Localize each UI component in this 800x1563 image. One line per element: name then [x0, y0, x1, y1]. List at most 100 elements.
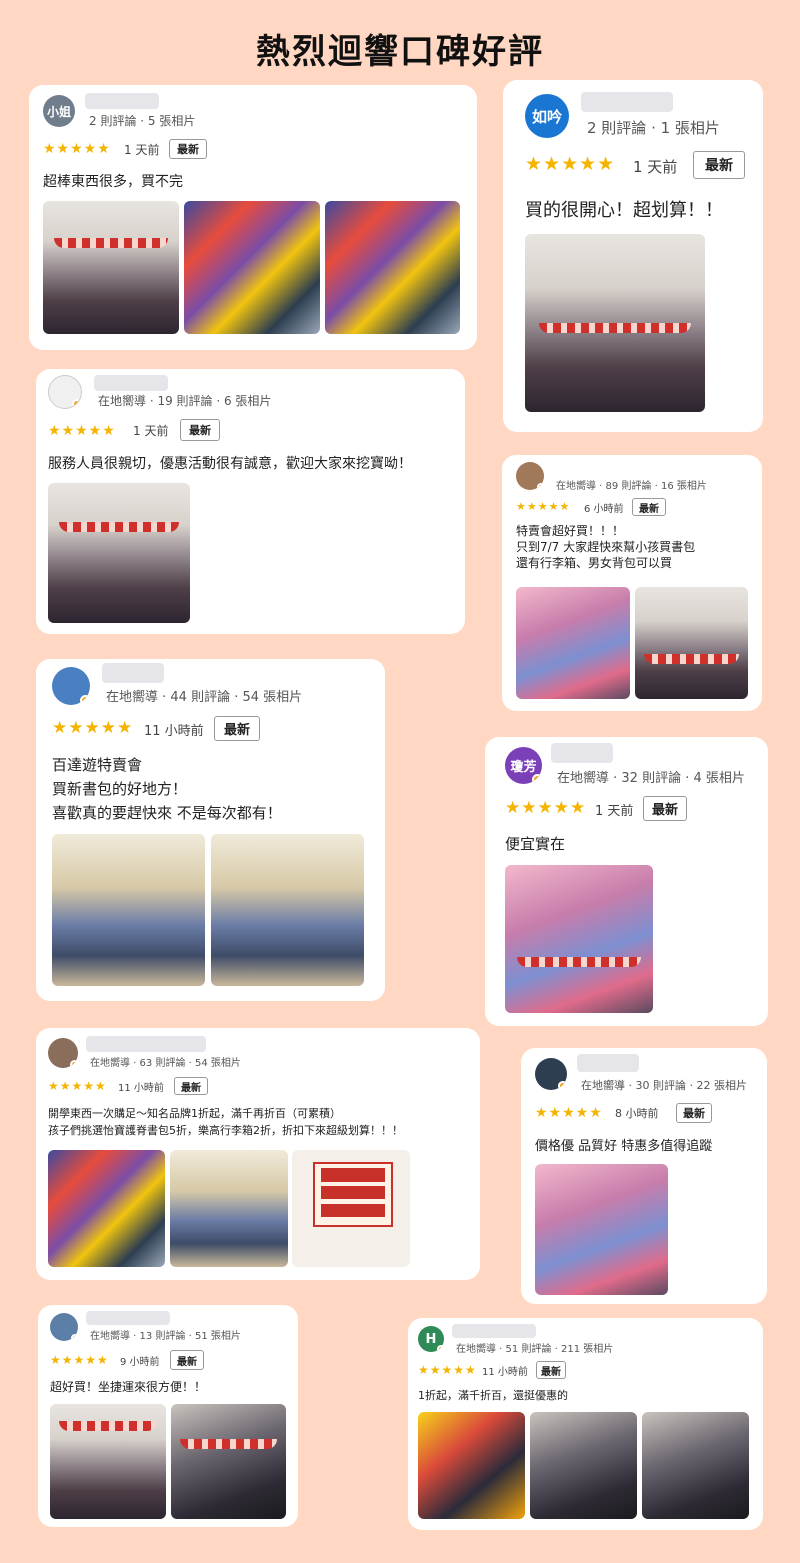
avatar[interactable]: H [418, 1326, 444, 1352]
star-rating: ★★★★★ [516, 500, 571, 513]
avatar-initials: H [425, 1331, 437, 1347]
avatar[interactable] [516, 462, 544, 490]
new-badge: 最新 [643, 796, 687, 821]
reviewer-meta: 在地嚮導 · 63 則評論 · 54 張相片 [90, 1058, 241, 1069]
review-time: 11 小時前 [482, 1367, 528, 1378]
review-time: 8 小時前 [615, 1107, 659, 1120]
review-photo[interactable] [535, 1164, 668, 1295]
review-card: 如吟 2 則評論 · 1 張相片 ★★★★★ 1 天前 最新 買的很開心！超划算… [503, 80, 763, 432]
review-photo[interactable] [52, 834, 205, 986]
review-time: 6 小時前 [584, 504, 624, 515]
star-rating: ★★★★★ [525, 153, 616, 175]
review-time: 9 小時前 [120, 1357, 160, 1368]
new-badge: 最新 [632, 498, 666, 516]
review-photo[interactable] [171, 1404, 286, 1519]
review-card: H 在地嚮導 · 51 則評論 · 211 張相片 ★★★★★ 11 小時前 最… [408, 1318, 763, 1530]
star-rating: ★★★★★ [50, 1353, 109, 1367]
star-rating: ★★★★★ [48, 1079, 107, 1093]
avatar[interactable]: 如吟 [525, 94, 569, 138]
review-photo[interactable] [516, 587, 630, 699]
review-time: 11 小時前 [118, 1083, 164, 1094]
reviewer-meta: 2 則評論 · 5 張相片 [89, 114, 196, 128]
reviewer-meta: 2 則評論 · 1 張相片 [587, 119, 720, 137]
review-text: 買的很開心！超划算！！ [525, 200, 723, 221]
reviewer-name-placeholder [85, 93, 159, 109]
avatar[interactable]: 瓊芳 [505, 747, 542, 784]
reviewer-name-placeholder [452, 1324, 536, 1338]
review-card: 瓊芳 在地嚮導 · 32 則評論 · 4 張相片 ★★★★★ 1 天前 最新 便… [485, 737, 768, 1026]
review-text: 價格優 品質好 特惠多值得追蹤 [535, 1139, 713, 1154]
reviewer-name-placeholder [94, 375, 168, 391]
review-photo[interactable] [211, 834, 364, 986]
review-photo[interactable] [418, 1412, 525, 1519]
star-rating: ★★★★★ [48, 423, 116, 439]
star-rating: ★★★★★ [535, 1105, 603, 1121]
review-photo[interactable] [184, 201, 320, 334]
reviewer-meta: 在地嚮導 · 89 則評論 · 16 張相片 [556, 481, 707, 492]
review-photo[interactable] [50, 1404, 166, 1519]
new-badge: 最新 [174, 1077, 208, 1095]
reviewer-meta: 在地嚮導 · 51 則評論 · 211 張相片 [456, 1344, 614, 1355]
review-text: 超棒東西很多，買不完 [43, 174, 183, 190]
review-text: 開學東西一次購足～知名品牌1折起，滿千再折百（可累積） 孩子們挑選怡寶護脊書包5… [48, 1107, 403, 1137]
avatar-initials: 小姐 [46, 104, 71, 119]
page-title: 熱烈迴響口碑好評 [256, 32, 544, 72]
star-rating: ★★★★★ [52, 718, 134, 738]
avatar[interactable] [48, 1038, 78, 1068]
review-card: 在地嚮導 · 89 則評論 · 16 張相片 ★★★★★ 6 小時前 最新 特賣… [502, 455, 762, 711]
review-time: 1 天前 [595, 804, 634, 819]
avatar[interactable] [48, 375, 82, 409]
review-time: 1 天前 [124, 143, 160, 157]
reviewer-name-placeholder [86, 1036, 206, 1052]
reviewer-name-placeholder [102, 663, 164, 683]
new-badge: 最新 [170, 1350, 204, 1370]
review-card: 在地嚮導 · 13 則評論 · 51 張相片 ★★★★★ 9 小時前 最新 超好… [38, 1305, 298, 1527]
review-photo[interactable] [43, 201, 179, 334]
reviewer-name-placeholder [86, 1311, 170, 1325]
avatar[interactable]: 小姐 [43, 95, 75, 127]
review-card: 在地嚮導 · 30 則評論 · 22 張相片 ★★★★★ 8 小時前 最新 價格… [521, 1048, 767, 1304]
avatar[interactable] [50, 1313, 78, 1341]
new-badge: 最新 [536, 1361, 566, 1379]
review-photo[interactable] [170, 1150, 288, 1267]
review-card: 在地嚮導 · 44 則評論 · 54 張相片 ★★★★★ 11 小時前 最新 百… [36, 659, 385, 1001]
new-badge: 最新 [169, 139, 207, 159]
review-text: 1折起，滿千折百，還挺優惠的 [418, 1389, 568, 1402]
review-time: 1 天前 [633, 158, 678, 176]
new-badge: 最新 [214, 716, 260, 741]
new-badge: 最新 [693, 151, 745, 179]
review-photo[interactable] [525, 234, 705, 412]
review-text: 超好買！坐捷運來很方便！！ [50, 1380, 207, 1394]
review-card: 小姐 2 則評論 · 5 張相片 ★★★★★ 1 天前 最新 超棒東西很多，買不… [29, 85, 477, 350]
review-text: 百達遊特賣會 買新書包的好地方！ 喜歡真的要趕快來 不是每次都有！ [52, 756, 282, 822]
review-photo[interactable] [325, 201, 460, 334]
star-rating: ★★★★★ [418, 1363, 477, 1377]
review-text: 特賣會超好買！！！ 只到7/7 大家趕快來幫小孩買書包 還有行李箱、男女背包可以… [516, 524, 696, 570]
reviewer-meta: 在地嚮導 · 32 則評論 · 4 張相片 [557, 771, 745, 786]
avatar[interactable] [535, 1058, 567, 1090]
star-rating: ★★★★★ [43, 141, 111, 157]
review-time: 1 天前 [133, 424, 169, 438]
reviewer-name-placeholder [551, 743, 613, 763]
review-time: 11 小時前 [144, 724, 204, 739]
review-photo[interactable] [642, 1412, 749, 1519]
review-photo[interactable] [635, 587, 748, 699]
reviewer-name-placeholder [581, 92, 673, 112]
avatar[interactable] [52, 667, 90, 705]
new-badge: 最新 [676, 1103, 712, 1123]
review-card: 在地嚮導 · 63 則評論 · 54 張相片 ★★★★★ 11 小時前 最新 開… [36, 1028, 480, 1280]
reviewer-name-placeholder [577, 1054, 639, 1072]
review-card: 在地嚮導 · 19 則評論 · 6 張相片 ★★★★★ 1 天前 最新 服務人員… [36, 369, 465, 634]
review-photo[interactable] [48, 1150, 165, 1267]
avatar-initials: 瓊芳 [510, 760, 537, 775]
reviewer-meta: 在地嚮導 · 19 則評論 · 6 張相片 [98, 394, 272, 408]
review-photo[interactable] [48, 483, 190, 623]
reviewer-meta: 在地嚮導 · 44 則評論 · 54 張相片 [106, 690, 303, 705]
reviewer-meta: 在地嚮導 · 13 則評論 · 51 張相片 [90, 1331, 241, 1342]
review-photo[interactable] [505, 865, 653, 1013]
avatar-initials: 如吟 [531, 107, 562, 126]
new-badge: 最新 [180, 419, 220, 441]
review-photo[interactable] [292, 1150, 410, 1267]
review-photo[interactable] [530, 1412, 637, 1519]
review-text: 便宜實在 [505, 835, 566, 853]
